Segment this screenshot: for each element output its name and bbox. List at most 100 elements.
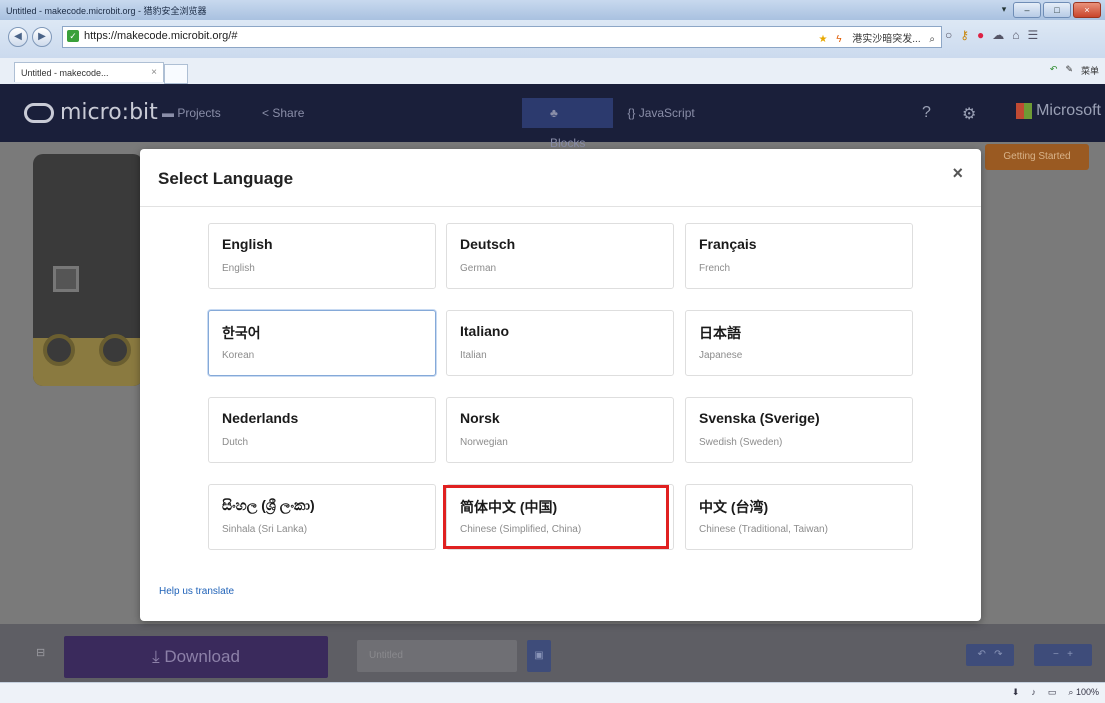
cloud-icon[interactable]: ☁ <box>992 28 1004 42</box>
zoom-level[interactable]: ⌕ 100% <box>1068 687 1099 698</box>
help-icon[interactable]: ? <box>922 104 931 122</box>
language-card-english[interactable]: English English <box>208 223 436 289</box>
close-icon[interactable]: × <box>952 163 963 184</box>
language-card-chinese-simplified[interactable]: 简体中文 (中国) Chinese (Simplified, China) <box>446 484 674 550</box>
simulator-button-a[interactable] <box>53 266 79 292</box>
language-name: English <box>222 236 273 252</box>
address-bar[interactable]: ✓ https://makecode.microbit.org/# ★ ϟ 港实… <box>62 26 942 48</box>
undo-icon[interactable]: ↶ <box>977 649 985 660</box>
language-name: Deutsch <box>460 236 516 252</box>
search-icon[interactable]: ⌕ <box>929 34 935 45</box>
simulator-pin-0[interactable] <box>43 334 75 366</box>
browser-tab-active[interactable]: Untitled - makecode... × <box>14 62 164 82</box>
browser-toolbar-icons: ○ ⚷ ● ☁ ⌂ ☰ <box>945 28 1038 42</box>
status-tools: ⬇ ♪ ▭ ⌕ 100% <box>1012 687 1099 698</box>
editor-bottom-bar: ⊟ ⤓ Download Untitled ▣ ↶ ↷ − + <box>0 624 1105 682</box>
zoom-out-icon[interactable]: − <box>1053 649 1059 660</box>
extension-icon[interactable]: ○ <box>945 28 952 42</box>
share-label: Share <box>272 106 305 120</box>
select-language-dialog: Select Language × English English Deutsc… <box>140 149 981 621</box>
tab-strip: Untitled - makecode... × ↶ ✎ 菜单 <box>0 58 1105 85</box>
window-menu-icon[interactable]: ▾ <box>997 2 1011 16</box>
download-button[interactable]: ⤓ Download <box>64 636 328 678</box>
tab-strip-tools: ↶ ✎ 菜单 <box>1050 64 1099 77</box>
home-icon[interactable]: ⌂ <box>1012 28 1019 42</box>
help-translate-link[interactable]: Help us translate <box>159 586 234 597</box>
language-name: Français <box>699 236 757 252</box>
getting-started-button[interactable]: Getting Started <box>985 144 1089 170</box>
project-name-input[interactable]: Untitled <box>357 640 517 672</box>
javascript-tab[interactable]: {} JavaScript <box>613 98 708 128</box>
zoom-value: 100% <box>1075 687 1099 697</box>
collapse-simulator-icon[interactable]: ⊟ <box>36 646 45 659</box>
key-icon[interactable]: ⚷ <box>960 28 969 42</box>
sound-icon[interactable]: ♪ <box>1031 687 1036 698</box>
blocks-tab[interactable]: ♣ Blocks <box>522 98 614 150</box>
redo-icon[interactable]: ↷ <box>994 649 1002 660</box>
projects-button[interactable]: ▬ Projects <box>162 106 221 120</box>
app-header: micro:bit ▬ Projects < Share ♣ Blocks {}… <box>0 84 1105 150</box>
microbit-logo-icon <box>24 103 54 123</box>
language-english-name: Japanese <box>699 350 743 361</box>
language-english-name: German <box>460 263 497 274</box>
notification-icon[interactable]: ● <box>977 28 984 42</box>
microbit-logo[interactable]: micro:bit <box>24 100 158 125</box>
bookmark-star-icon[interactable]: ★ <box>818 34 827 45</box>
back-button[interactable]: ◀ <box>8 27 28 47</box>
lightning-icon[interactable]: ϟ <box>836 34 841 45</box>
language-english-name: Chinese (Simplified, China) <box>460 524 582 535</box>
dialog-header: Select Language × <box>140 149 981 207</box>
microbit-simulator[interactable] <box>33 154 143 386</box>
maximize-button[interactable]: □ <box>1043 2 1071 18</box>
url-text: https://makecode.microbit.org/# <box>84 30 238 42</box>
browser-status-bar: ⬇ ♪ ▭ ⌕ 100% <box>0 682 1105 703</box>
microsoft-logo[interactable]: Microsoft <box>1016 102 1101 120</box>
close-window-button[interactable]: × <box>1073 2 1101 18</box>
language-card-italian[interactable]: Italiano Italian <box>446 310 674 376</box>
minimize-button[interactable]: – <box>1013 2 1041 18</box>
tab-close-icon[interactable]: × <box>151 63 157 83</box>
language-card-sinhala[interactable]: සිංහල (ශ්‍රී ලංකා) Sinhala (Sri Lanka) <box>208 484 436 550</box>
simulator-pin-1[interactable] <box>99 334 131 366</box>
page-tools-icon[interactable]: ✎ <box>1065 64 1073 77</box>
language-name: Italiano <box>460 323 510 339</box>
address-bar-extras: ★ ϟ 港实沙暗突发... ⌕ <box>818 30 935 45</box>
zoom-in-icon[interactable]: + <box>1067 649 1073 660</box>
language-english-name: French <box>699 263 731 274</box>
language-card-dutch[interactable]: Nederlands Dutch <box>208 397 436 463</box>
language-name: Norsk <box>460 410 500 426</box>
language-card-french[interactable]: Français French <box>685 223 913 289</box>
new-tab-button[interactable] <box>164 64 188 84</box>
language-card-swedish[interactable]: Svenska (Sverige) Swedish (Sweden) <box>685 397 913 463</box>
secure-lock-icon: ✓ <box>67 30 79 42</box>
window-icon[interactable]: ▭ <box>1048 687 1057 698</box>
microsoft-grid-icon <box>1016 102 1033 119</box>
language-name: සිංහල (ශ්‍රී ලංකා) <box>222 497 315 513</box>
save-icon[interactable]: ▣ <box>527 640 551 672</box>
window-controls: ▾ – □ × <box>997 2 1101 18</box>
undo-close-tab-icon[interactable]: ↶ <box>1050 64 1058 77</box>
language-name: Nederlands <box>222 410 299 426</box>
settings-gear-icon[interactable]: ⚙ <box>962 104 976 124</box>
language-english-name: Swedish (Sweden) <box>699 437 783 448</box>
undo-redo-group: ↶ ↷ <box>966 644 1014 666</box>
language-card-korean[interactable]: 한국어 Korean <box>208 310 436 376</box>
browser-title-bar: Untitled - makecode.microbit.org - 猎豹安全浏… <box>0 0 1105 20</box>
language-name: 简体中文 (中国) <box>460 499 558 515</box>
language-english-name: Sinhala (Sri Lanka) <box>222 524 308 535</box>
language-card-chinese-traditional[interactable]: 中文 (台湾) Chinese (Traditional, Taiwan) <box>685 484 913 550</box>
language-card-german[interactable]: Deutsch German <box>446 223 674 289</box>
browser-menu[interactable]: 菜单 <box>1081 64 1099 77</box>
forward-button[interactable]: ▶ <box>32 27 52 47</box>
magnifier-icon: ⌕ <box>1068 687 1074 697</box>
dialog-title: Select Language <box>158 169 294 188</box>
share-button[interactable]: < Share <box>262 106 304 120</box>
projects-label: Projects <box>177 106 221 120</box>
language-card-norwegian[interactable]: Norsk Norwegian <box>446 397 674 463</box>
tools-icon[interactable]: ☰ <box>1028 28 1039 42</box>
language-card-japanese[interactable]: 日本語 Japanese <box>685 310 913 376</box>
microsoft-label: Microsoft <box>1036 102 1101 119</box>
puzzle-icon: ♣ <box>550 106 558 120</box>
download-status-icon[interactable]: ⬇ <box>1012 687 1020 698</box>
language-english-name: Chinese (Traditional, Taiwan) <box>699 524 828 535</box>
